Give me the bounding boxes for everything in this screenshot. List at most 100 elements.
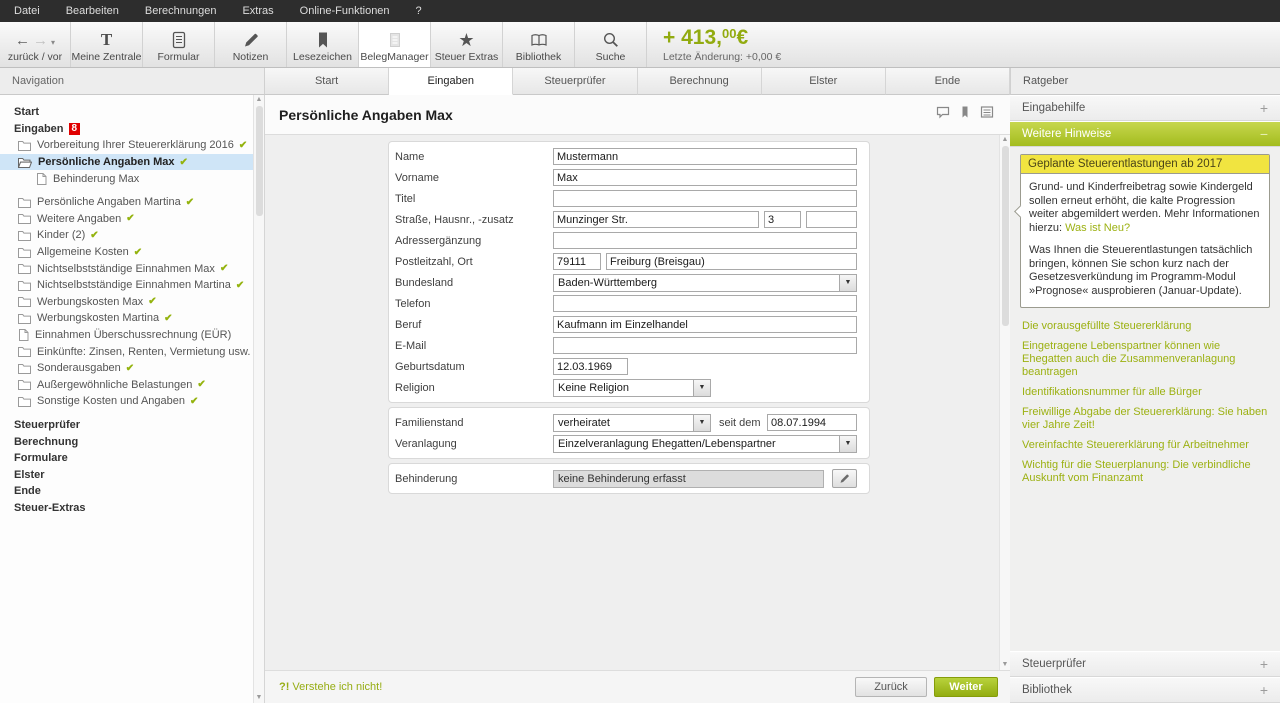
- section-steuerpruefer[interactable]: Steuerprüfer +: [1010, 651, 1280, 677]
- was-ist-neu-link[interactable]: Was ist Neu?: [1065, 222, 1130, 234]
- ratgeber-link[interactable]: Die vorausgefüllte Steuererklärung: [1022, 320, 1268, 333]
- chevron-down-icon[interactable]: ▼: [693, 415, 710, 431]
- content-scrollbar[interactable]: ▲ ▼: [999, 135, 1010, 670]
- expand-icon[interactable]: +: [1260, 682, 1268, 698]
- scroll-up-icon[interactable]: ▲: [256, 96, 263, 104]
- sidebar-item[interactable]: Ende: [0, 483, 264, 500]
- tab-start[interactable]: Start: [265, 68, 389, 95]
- tab-eingaben[interactable]: Eingaben: [389, 68, 513, 95]
- sidebar-item[interactable]: Außergewöhnliche Belastungen✔: [0, 377, 264, 394]
- chevron-down-icon[interactable]: ▼: [839, 275, 856, 291]
- back-forward-button[interactable]: ← → ▾ zurück / vor: [0, 22, 71, 67]
- bookmark-small-icon[interactable]: [958, 105, 972, 124]
- vorname-input[interactable]: [553, 169, 857, 186]
- sidebar-item[interactable]: Werbungskosten Martina✔: [0, 310, 264, 327]
- sidebar-item[interactable]: Steuerprüfer: [0, 417, 264, 434]
- sidebar-item[interactable]: Start: [0, 104, 264, 121]
- sidebar-item[interactable]: Sonstige Kosten und Angaben✔: [0, 393, 264, 410]
- menu-datei[interactable]: Datei: [14, 0, 40, 22]
- history-caret-icon[interactable]: ▾: [51, 38, 55, 47]
- section-weitere-hinweise[interactable]: Weitere Hinweise −: [1010, 121, 1280, 147]
- sidebar-item[interactable]: Persönliche Angaben Max✔: [0, 154, 264, 171]
- sidebar-item[interactable]: Werbungskosten Max✔: [0, 294, 264, 311]
- ratgeber-link[interactable]: Eingetragene Lebenspartner können wie Eh…: [1022, 340, 1268, 379]
- tab-ende[interactable]: Ende: [886, 68, 1010, 95]
- familienstand-select[interactable]: verheiratet ▼: [553, 414, 711, 432]
- hausnr-input[interactable]: [764, 211, 801, 228]
- toolbar-suche[interactable]: Suche: [575, 22, 647, 67]
- toolbar-meine-zentrale[interactable]: T Meine Zentrale: [71, 22, 143, 67]
- telefon-input[interactable]: [553, 295, 857, 312]
- strasse-input[interactable]: [553, 211, 759, 228]
- sidebar-item[interactable]: Steuer-Extras: [0, 500, 264, 517]
- list-icon[interactable]: [980, 105, 994, 124]
- adressergaenzung-input[interactable]: [553, 232, 857, 249]
- toolbar-notizen[interactable]: Notizen: [215, 22, 287, 67]
- email-input[interactable]: [553, 337, 857, 354]
- back-button[interactable]: Zurück: [855, 677, 927, 697]
- tab-berechnung[interactable]: Berechnung: [638, 68, 762, 95]
- dont-understand-link[interactable]: ?!Verstehe ich nicht!: [279, 681, 382, 693]
- comment-icon[interactable]: [936, 105, 950, 124]
- plz-input[interactable]: [553, 253, 601, 270]
- ratgeber-link[interactable]: Identifikationsnummer für alle Bürger: [1022, 386, 1268, 399]
- menu-online-funktionen[interactable]: Online-Funktionen: [300, 0, 390, 22]
- toolbar-bibliothek[interactable]: Bibliothek: [503, 22, 575, 67]
- beruf-input[interactable]: [553, 316, 857, 333]
- expand-icon[interactable]: +: [1260, 100, 1268, 116]
- sidebar-item[interactable]: Nichtselbstständige Einnahmen Martina✔: [0, 277, 264, 294]
- sidebar-item[interactable]: Allgemeine Kosten✔: [0, 244, 264, 261]
- menu-bearbeiten[interactable]: Bearbeiten: [66, 0, 119, 22]
- sidebar-item[interactable]: Formulare: [0, 450, 264, 467]
- tab-elster[interactable]: Elster: [762, 68, 886, 95]
- ratgeber-link[interactable]: Freiwillige Abgabe der Steuererklärung: …: [1022, 406, 1268, 432]
- toolbar-steuer-extras[interactable]: ★ Steuer Extras: [431, 22, 503, 67]
- seit-dem-input[interactable]: [767, 414, 857, 431]
- menu-help[interactable]: ?: [416, 0, 422, 22]
- sidebar-item[interactable]: Kinder (2)✔: [0, 227, 264, 244]
- collapse-icon[interactable]: −: [1260, 126, 1268, 142]
- next-button[interactable]: Weiter: [934, 677, 998, 697]
- sidebar-item[interactable]: Eingaben8: [0, 121, 264, 138]
- toolbar-lesezeichen[interactable]: Lesezeichen: [287, 22, 359, 67]
- sidebar-item[interactable]: Sonderausgaben✔: [0, 360, 264, 377]
- section-bibliothek[interactable]: Bibliothek +: [1010, 677, 1280, 703]
- scroll-down-icon[interactable]: ▼: [256, 694, 263, 702]
- edit-behinderung-button[interactable]: [832, 469, 857, 488]
- religion-select[interactable]: Keine Religion ▼: [553, 379, 711, 397]
- sidebar-item[interactable]: Nichtselbstständige Einnahmen Max✔: [0, 260, 264, 277]
- menu-berechnungen[interactable]: Berechnungen: [145, 0, 217, 22]
- zusatz-input[interactable]: [806, 211, 857, 228]
- scroll-down-icon[interactable]: ▼: [1002, 661, 1009, 669]
- geburtsdatum-input[interactable]: [553, 358, 628, 375]
- sidebar-item[interactable]: Berechnung: [0, 433, 264, 450]
- forward-arrow-icon[interactable]: →: [33, 32, 48, 49]
- scroll-thumb[interactable]: [1002, 146, 1009, 326]
- ratgeber-link[interactable]: Wichtig für die Steuerplanung: Die verbi…: [1022, 459, 1268, 485]
- sidebar-scrollbar[interactable]: ▲ ▼: [253, 95, 264, 703]
- chevron-down-icon[interactable]: ▼: [693, 380, 710, 396]
- sidebar-item[interactable]: Elster: [0, 466, 264, 483]
- veranlagung-select[interactable]: Einzelveranlagung Ehegatten/Lebenspartne…: [553, 435, 857, 453]
- ort-input[interactable]: [606, 253, 857, 270]
- sidebar-item[interactable]: Weitere Angaben✔: [0, 211, 264, 228]
- sidebar-item[interactable]: Vorbereitung Ihrer Steuererklärung 2016✔: [0, 137, 264, 154]
- chevron-down-icon[interactable]: ▼: [839, 436, 856, 452]
- name-input[interactable]: [553, 148, 857, 165]
- section-eingabehilfe[interactable]: Eingabehilfe +: [1010, 95, 1280, 121]
- ratgeber-link[interactable]: Vereinfachte Steuererklärung für Arbeitn…: [1022, 439, 1268, 452]
- sidebar-item[interactable]: Einnahmen Überschussrechnung (EÜR): [0, 327, 264, 344]
- titel-input[interactable]: [553, 190, 857, 207]
- back-arrow-icon[interactable]: ←: [15, 32, 30, 49]
- toolbar-formular[interactable]: Formular: [143, 22, 215, 67]
- scroll-up-icon[interactable]: ▲: [1002, 136, 1009, 144]
- menu-extras[interactable]: Extras: [242, 0, 273, 22]
- toolbar-belegmanager[interactable]: BelegManager: [359, 22, 431, 67]
- expand-icon[interactable]: +: [1260, 656, 1268, 672]
- sidebar-item[interactable]: Einkünfte: Zinsen, Renten, Vermietung us…: [0, 343, 264, 360]
- tab-steuerpruefer[interactable]: Steuerprüfer: [513, 68, 637, 95]
- bundesland-select[interactable]: Baden-Württemberg ▼: [553, 274, 857, 292]
- scroll-thumb[interactable]: [256, 106, 263, 216]
- sidebar-item[interactable]: Behinderung Max: [0, 170, 264, 187]
- sidebar-item[interactable]: Persönliche Angaben Martina✔: [0, 194, 264, 211]
